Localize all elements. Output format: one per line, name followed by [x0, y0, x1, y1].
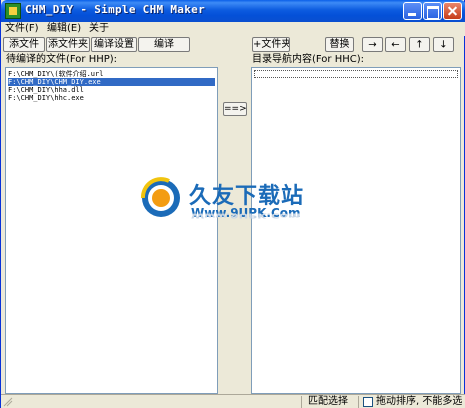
add-nav-folder-button[interactable]: +文件夹: [252, 37, 290, 52]
drag-sort-label: 拖动排序, 不能多选: [376, 396, 463, 407]
window-title: CHM_DIY - Simple CHM Maker: [25, 3, 205, 16]
compile-settings-button[interactable]: 编译设置: [91, 37, 137, 52]
replace-button[interactable]: 替换: [325, 37, 354, 52]
minimize-button[interactable]: [403, 2, 422, 20]
arrow-left-button[interactable]: ←: [385, 37, 406, 52]
transfer-button[interactable]: ==>: [223, 102, 247, 116]
menu-bar: 文件(F) 编辑(E) 关于: [1, 22, 465, 36]
menu-edit[interactable]: 编辑(E): [47, 22, 81, 36]
arrow-up-icon: ↑: [415, 39, 424, 50]
drag-sort-checkbox[interactable]: [363, 397, 373, 407]
arrow-left-icon: ←: [391, 39, 400, 50]
compile-button[interactable]: 编译: [138, 37, 190, 52]
menu-about[interactable]: 关于: [89, 22, 109, 36]
file-list-item-selected[interactable]: F:\CHM_DIY\CHM_DIY.exe: [8, 78, 215, 86]
drag-sort-option[interactable]: 拖动排序, 不能多选: [358, 396, 465, 408]
close-button[interactable]: [443, 2, 462, 20]
arrow-down-icon: ↓: [439, 39, 448, 50]
file-list-item[interactable]: F:\CHM_DIY\hhc.exe: [8, 94, 84, 102]
arrow-up-button[interactable]: ↑: [409, 37, 430, 52]
nav-tree[interactable]: [251, 67, 461, 394]
maximize-button[interactable]: [423, 2, 442, 20]
files-label: 待编译的文件(For HHP):: [6, 54, 118, 65]
add-file-button[interactable]: 添文件: [3, 37, 45, 52]
match-select-status[interactable]: 匹配选择: [301, 396, 357, 408]
nav-focus-row: [254, 70, 458, 78]
main-window: CHM_DIY - Simple CHM Maker 文件(F) 编辑(E) 关…: [0, 0, 465, 408]
arrow-right-button[interactable]: →: [362, 37, 383, 52]
nav-label: 目录导航内容(For HHC):: [252, 54, 364, 65]
arrow-down-button[interactable]: ↓: [433, 37, 454, 52]
arrow-right-icon: →: [368, 39, 377, 50]
title-bar[interactable]: CHM_DIY - Simple CHM Maker: [1, 0, 465, 22]
file-list[interactable]: F:\CHM_DIY\(软件介绍.url F:\CHM_DIY\CHM_DIY.…: [5, 67, 218, 394]
file-list-item[interactable]: F:\CHM_DIY\hha.dll: [8, 86, 84, 94]
menu-file[interactable]: 文件(F): [5, 22, 39, 36]
status-bar: 匹配选择 拖动排序, 不能多选: [1, 394, 465, 408]
app-icon[interactable]: [5, 3, 21, 19]
add-folder-button[interactable]: 添文件夹: [46, 37, 90, 52]
file-list-item[interactable]: F:\CHM_DIY\(软件介绍.url: [8, 70, 103, 78]
resize-grip-icon[interactable]: [3, 397, 13, 407]
